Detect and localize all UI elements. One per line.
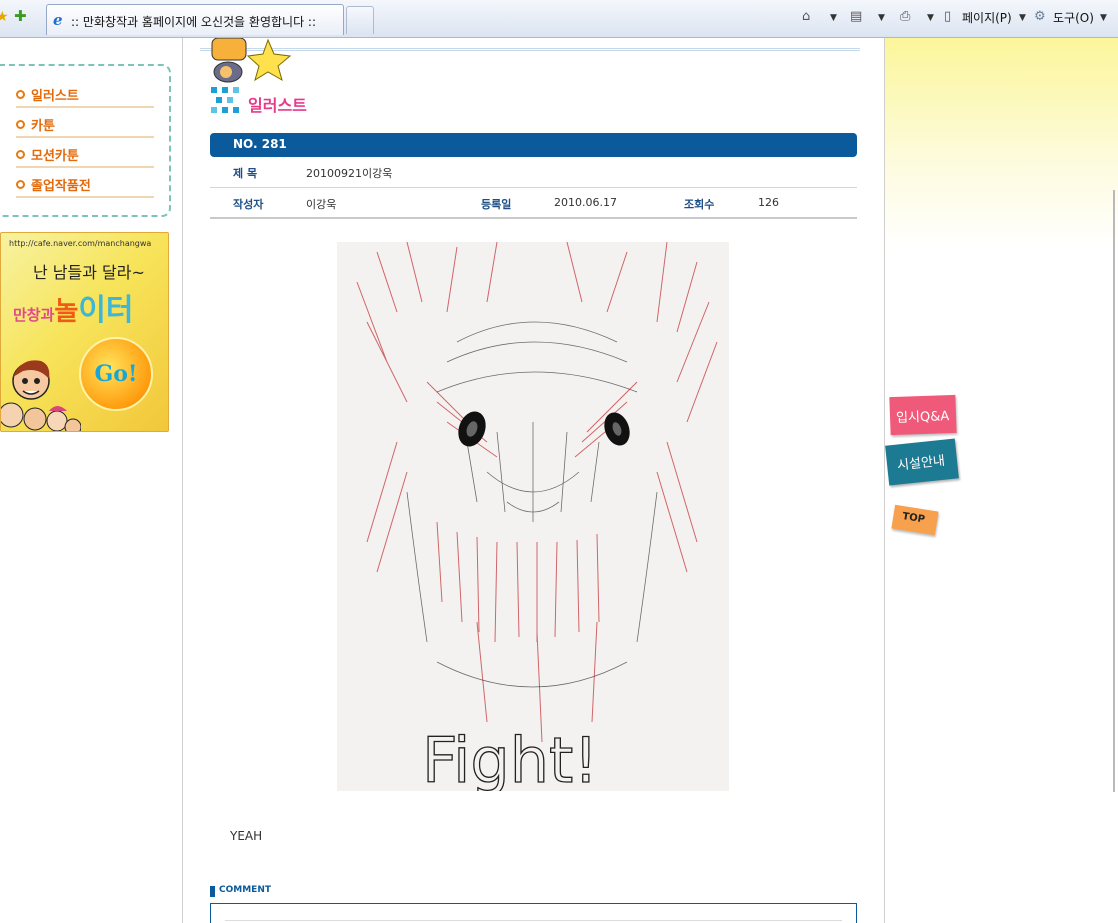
page-menu[interactable]: 페이지(P) [962,9,1012,26]
mascot-illustration [211,38,292,83]
comment-box[interactable] [210,903,857,923]
menu-item-graduation[interactable]: 졸업작품전 [16,174,154,198]
menu-item-label: 일러스트 [31,89,79,104]
dots-grid-icon [211,87,239,113]
comment-label: COMMENT [219,885,271,895]
post-meta-row: 작성자 이강욱 등록일 2010.06.17 조회수 126 [210,188,857,219]
scrollbar[interactable] [1113,190,1115,792]
subject-label: 제 목 [233,167,258,180]
cafe-banner[interactable]: http://cafe.naver.com/manchangwa 난 남들과 달… [0,232,169,432]
post-number-bar: NO. 281 [210,133,857,157]
top-tab-label: TOP [901,511,926,526]
ie-icon: e [53,11,63,29]
menu-item-label: 모션카툰 [31,149,79,164]
post-subject-row: 제 목 20100921이강욱 [210,157,857,188]
views-label: 조회수 [684,198,715,211]
home-icon[interactable]: ⌂ [802,9,810,24]
menu-item-label: 카툰 [31,119,55,134]
menu-item-label: 졸업작품전 [31,179,91,194]
menu-item-motion-cartoon[interactable]: 모션카툰 [16,144,154,168]
go-button[interactable]: Go! [79,337,153,411]
kids-illustration [1,360,81,431]
tools-dropdown-icon[interactable]: ▼ [1100,13,1107,23]
page-icon: ▯ [944,9,952,24]
home-dropdown-icon[interactable]: ▼ [830,13,837,23]
browser-tab-active[interactable]: e :: 만화창작과 홈페이지에 오신것을 환영합니다 :: [46,4,344,35]
author-label: 작성자 [233,198,264,211]
print-icon[interactable]: ⎙ [900,9,910,24]
category-menu: 일러스트 카툰 모션카툰 졸업작품전 [0,64,171,217]
browser-window: ★ ✚ e :: 만화창작과 홈페이지에 오신것을 환영합니다 :: ⌂ ▼ ▤… [0,0,1118,923]
artwork-image: Fight! [337,242,729,791]
page-dropdown-icon[interactable]: ▼ [1019,13,1026,23]
browser-toolbar: ★ ✚ e :: 만화창작과 홈페이지에 오신것을 환영합니다 :: ⌂ ▼ ▤… [0,0,1118,38]
artwork-caption: Fight! [422,724,598,791]
comment-bar-icon [210,886,215,897]
gear-icon: ⚙ [1034,9,1046,24]
views-value: 126 [758,196,779,209]
banner-brand: 만창과놀이터 [13,293,134,328]
date-label: 등록일 [481,198,512,211]
rss-feed-icon[interactable]: ▤ [850,9,862,24]
left-sidebar: 일러스트 카툰 모션카툰 졸업작품전 http://cafe.naver.com… [0,38,183,923]
favorites-star-icon[interactable]: ★ [0,9,9,25]
facility-guide-tab[interactable]: 시설안내 [885,438,959,486]
banner-url: http://cafe.naver.com/manchangwa [9,239,152,248]
admission-qa-tab[interactable]: 입시Q&A [889,394,957,436]
subject-value: 20100921이강욱 [306,167,393,180]
post-body-text: YEAH [230,829,263,843]
main-content: 일러스트 NO. 281 제 목 20100921이강욱 작성자 이강욱 등록일… [184,38,884,923]
feed-dropdown-icon[interactable]: ▼ [878,13,885,23]
add-favorites-icon[interactable]: ✚ [14,7,27,25]
page-title: 일러스트 [248,96,307,115]
print-dropdown-icon[interactable]: ▼ [927,13,934,23]
facility-tab-label: 시설안내 [896,453,946,474]
menu-item-cartoon[interactable]: 카툰 [16,114,154,138]
date-value: 2010.06.17 [554,196,617,209]
tab-title: :: 만화창작과 홈페이지에 오신것을 환영합니다 :: [71,15,317,29]
banner-slogan: 난 남들과 달라~ [33,263,145,282]
bullet-icon [16,180,25,189]
bullet-icon [16,90,25,99]
post-number: NO. 281 [233,137,287,151]
bullet-icon [16,150,25,159]
qa-tab-label: 입시Q&A [895,409,950,426]
tools-menu[interactable]: 도구(O) [1053,9,1094,26]
comment-divider [225,920,842,921]
bullet-icon [16,120,25,129]
author-value: 이강욱 [306,198,337,211]
new-tab-button[interactable] [346,6,374,34]
header-divider [200,48,860,51]
menu-item-illust[interactable]: 일러스트 [16,84,154,108]
